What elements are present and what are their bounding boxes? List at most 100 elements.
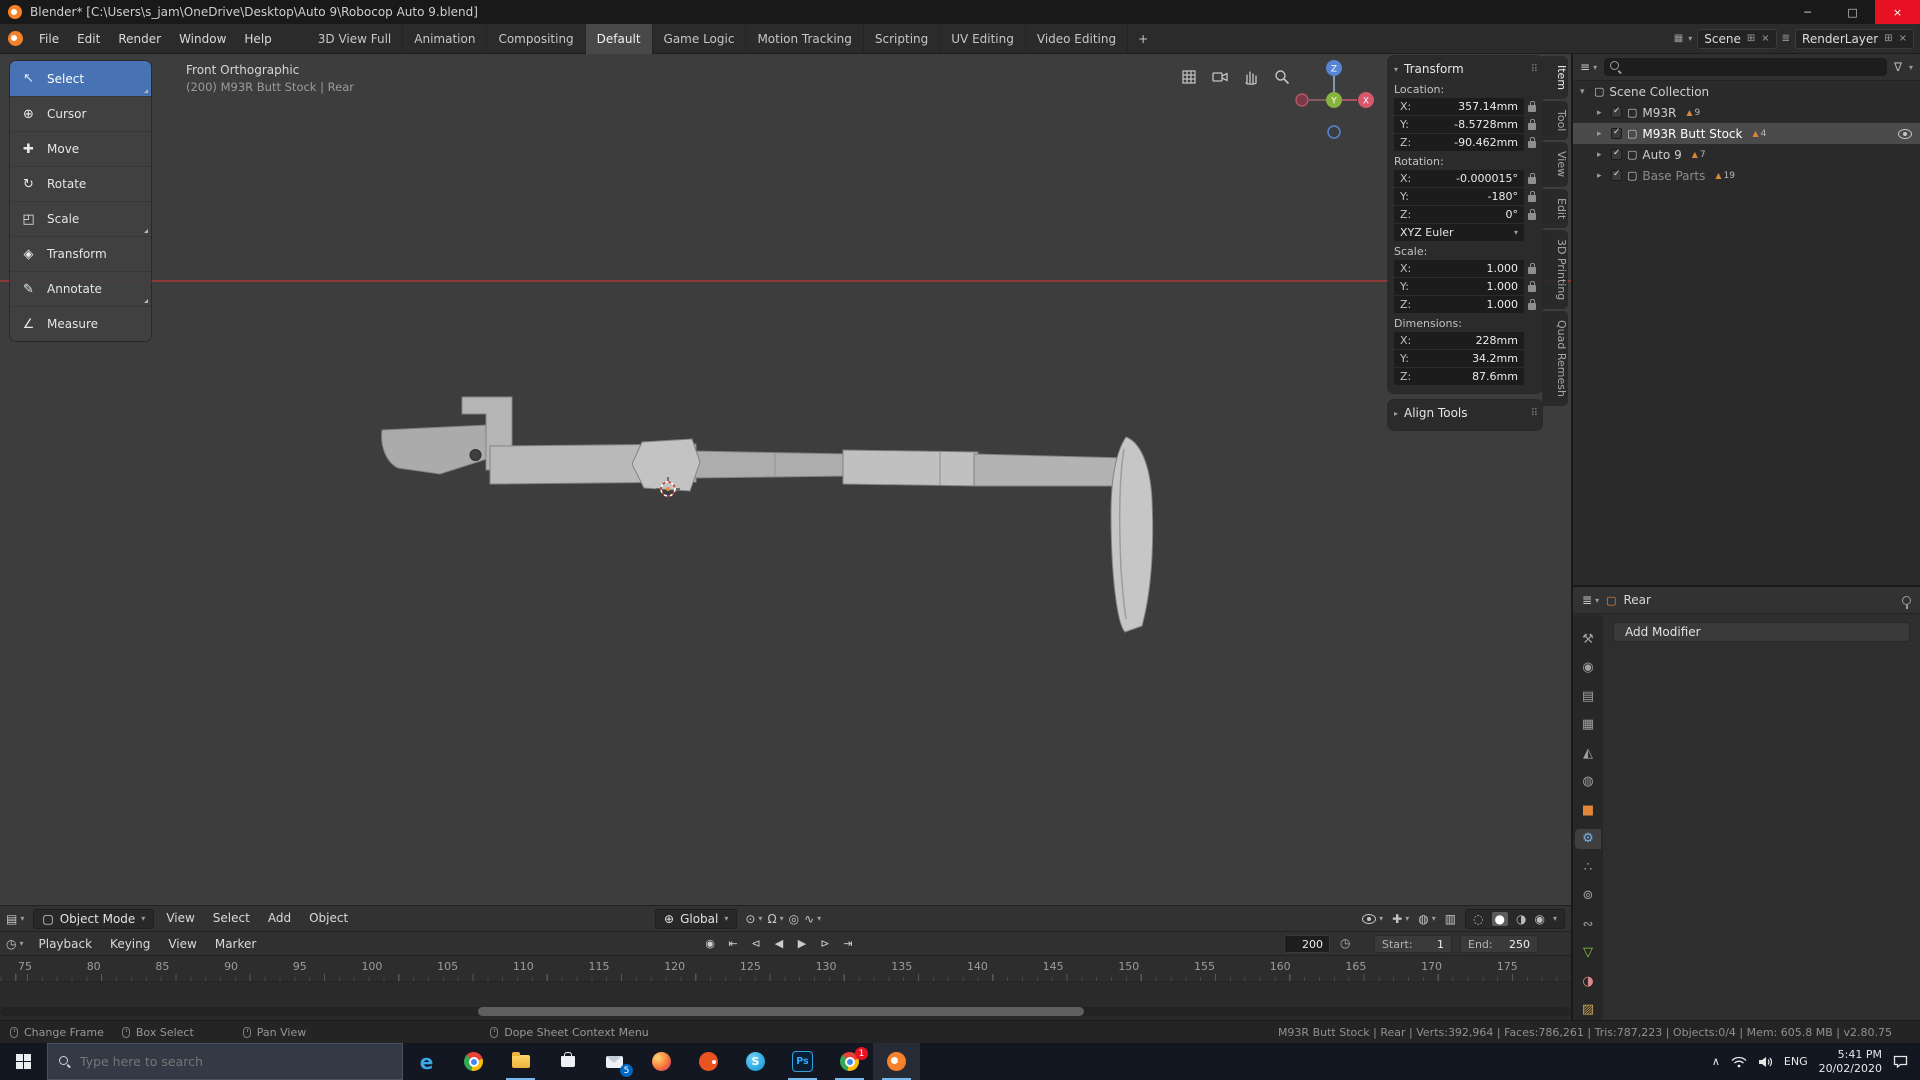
proportional-falloff-dropdown[interactable]: ∿ ▾ [804, 912, 821, 926]
taskbar-app-file-explorer[interactable] [497, 1043, 544, 1080]
visibility-eye-icon[interactable] [1898, 128, 1912, 139]
prev-keyframe-button[interactable]: ⊲ [746, 934, 766, 953]
tool-measure[interactable]: ∠ Measure [10, 306, 151, 341]
timeline-ruler[interactable]: 75 80 85 90 95 100 105 110 115 120 125 130 135 140 145… [0, 956, 1571, 982]
timeline-menu-view[interactable]: View [159, 932, 205, 956]
frame-end-field[interactable]: End: 250 [1460, 935, 1538, 953]
outliner-row-auto-9[interactable]: ▸ ▢ Auto 9 ▲ 7 [1573, 144, 1920, 165]
timeline-menu-keying[interactable]: Keying [101, 932, 159, 956]
panel-drag-dots-icon[interactable]: ⠿ [1531, 408, 1538, 419]
properties-tab-world[interactable]: ◍ [1575, 772, 1601, 793]
menu-edit[interactable]: Edit [68, 24, 109, 54]
collection-checkbox[interactable] [1611, 106, 1622, 118]
workspace-tab-game-logic[interactable]: Game Logic [653, 23, 747, 54]
viewport-menu-select[interactable]: Select [204, 905, 259, 932]
lock-icon[interactable] [1528, 262, 1536, 274]
menu-help[interactable]: Help [235, 24, 280, 54]
clock[interactable]: 5:41 PM 20/02/2020 [1819, 1048, 1882, 1076]
collection-checkbox[interactable] [1611, 148, 1622, 160]
properties-tab-texture[interactable]: ▨ [1575, 1000, 1601, 1021]
properties-tab-particles[interactable]: ∴ [1575, 857, 1601, 878]
rotation-x-field[interactable]: X: -0.000015° [1394, 170, 1524, 187]
transform-orientation-dropdown[interactable]: ⊕ Global ▾ [655, 908, 738, 929]
properties-tab-modifiers[interactable]: ⚙ [1575, 828, 1601, 849]
timeline-editor-type-button[interactable]: ◷ ▾ [0, 937, 30, 951]
rotation-y-field[interactable]: Y: -180° [1394, 188, 1524, 205]
workspace-tab-scripting[interactable]: Scripting [864, 23, 941, 54]
tool-select[interactable]: ↖ Select [10, 61, 151, 96]
workspace-tab-default[interactable]: Default [585, 23, 653, 54]
lock-icon[interactable] [1528, 100, 1536, 112]
workspace-tab-video-editing[interactable]: Video Editing [1026, 23, 1129, 54]
menu-window[interactable]: Window [170, 24, 235, 54]
location-y-field[interactable]: Y: -8.5728mm [1394, 116, 1524, 133]
outliner-search-field[interactable] [1604, 58, 1887, 76]
panel-collapsed-icon[interactable]: ▸ [1394, 409, 1398, 418]
properties-tab-constraints[interactable]: ∾ [1575, 914, 1601, 935]
workspace-tab-3d-view-full[interactable]: 3D View Full [307, 23, 404, 54]
chevron-down-icon[interactable]: ▾ [1909, 63, 1913, 72]
zoom-magnifier-icon[interactable] [1273, 68, 1291, 86]
language-indicator[interactable]: ENG [1784, 1055, 1808, 1068]
auto-key-button[interactable]: ◉ [700, 934, 720, 953]
scene-selector[interactable]: Scene ⊞ × [1697, 28, 1777, 49]
jump-to-start-button[interactable]: ⇤ [723, 934, 743, 953]
location-z-field[interactable]: Z: -90.462mm [1394, 134, 1524, 151]
object-visibility-dropdown[interactable]: ▾ [1362, 913, 1383, 924]
camera-view-icon[interactable] [1211, 68, 1229, 86]
navigation-axis-gizmo[interactable]: Z X Y [1294, 60, 1374, 140]
timeline-menu-playback[interactable]: Playback [30, 932, 102, 956]
panel-expand-icon[interactable]: ▾ [1394, 65, 1398, 74]
transform-panel-header[interactable]: ▾ Transform ⠿ [1394, 60, 1538, 79]
mode-dropdown[interactable]: ▢ Object Mode ▾ [33, 908, 155, 929]
lock-icon[interactable] [1528, 280, 1536, 292]
sidebar-tab-quad-remesh[interactable]: Quad Remesh [1542, 311, 1568, 407]
lock-icon[interactable] [1528, 118, 1536, 130]
tool-annotate[interactable]: ✎ Annotate [10, 271, 151, 306]
add-workspace-button[interactable]: + [1128, 24, 1158, 54]
close-button[interactable]: × [1875, 0, 1920, 24]
pan-hand-icon[interactable] [1242, 68, 1260, 86]
outliner-row-m93r-butt-stock[interactable]: ▸ ▢ M93R Butt Stock ▲ 4 [1573, 123, 1920, 144]
wifi-icon[interactable] [1731, 1056, 1747, 1068]
panel-drag-dots-icon[interactable]: ⠿ [1531, 64, 1538, 75]
viewlayer-selector[interactable]: RenderLayer ⊞ × [1795, 28, 1914, 49]
next-keyframe-button[interactable]: ⊳ [815, 934, 835, 953]
shading-wireframe-button[interactable]: ◌ [1473, 912, 1483, 926]
workspace-tab-uv-editing[interactable]: UV Editing [940, 23, 1026, 54]
sidebar-tab-tool[interactable]: Tool [1542, 101, 1568, 141]
taskbar-app-photoshop[interactable]: Ps [779, 1043, 826, 1080]
properties-tab-view-layer[interactable]: ▦ [1575, 715, 1601, 736]
taskbar-app-edge[interactable]: e [403, 1043, 450, 1080]
action-center-icon[interactable] [1893, 1055, 1908, 1068]
new-scene-icon[interactable]: ⊞ [1747, 33, 1755, 44]
menu-render[interactable]: Render [109, 24, 170, 54]
collection-checkbox[interactable] [1611, 127, 1622, 139]
blender-menu-icon[interactable] [8, 31, 23, 46]
timeline-menu-marker[interactable]: Marker [206, 932, 265, 956]
properties-tab-output[interactable]: ▤ [1575, 686, 1601, 707]
proportional-editing-toggle[interactable]: ◎ [789, 912, 799, 926]
overlays-dropdown[interactable]: ◍ ▾ [1418, 912, 1436, 926]
mesh-object-rear[interactable] [380, 394, 1165, 639]
workspace-tab-animation[interactable]: Animation [403, 23, 488, 54]
expand-arrow-icon[interactable]: ▸ [1597, 171, 1606, 181]
tool-rotate[interactable]: ↻ Rotate [10, 166, 151, 201]
scale-z-field[interactable]: Z: 1.000 [1394, 296, 1524, 313]
viewport-menu-object[interactable]: Object [300, 905, 357, 932]
lock-icon[interactable] [1528, 298, 1536, 310]
current-frame-field[interactable]: 200 [1284, 935, 1330, 953]
minimize-button[interactable]: ─ [1785, 0, 1830, 24]
editor-type-button[interactable]: ▤ ▾ [0, 912, 30, 926]
outliner-row-base-parts[interactable]: ▸ ▢ Base Parts ▲ 19 [1573, 165, 1920, 186]
properties-tab-object-data[interactable]: ▽ [1575, 943, 1601, 964]
tool-move[interactable]: ✚ Move [10, 131, 151, 166]
rotation-z-field[interactable]: Z: 0° [1394, 206, 1524, 223]
viewport-menu-view[interactable]: View [157, 905, 203, 932]
taskbar-app-store[interactable] [544, 1043, 591, 1080]
properties-tab-render[interactable]: ◉ [1575, 658, 1601, 679]
new-viewlayer-icon[interactable]: ⊞ [1884, 33, 1892, 44]
unlink-scene-icon[interactable]: × [1761, 33, 1769, 44]
scale-y-field[interactable]: Y: 1.000 [1394, 278, 1524, 295]
3d-viewport[interactable]: Front Orthographic (200) M93R Butt Stock… [0, 54, 1571, 905]
